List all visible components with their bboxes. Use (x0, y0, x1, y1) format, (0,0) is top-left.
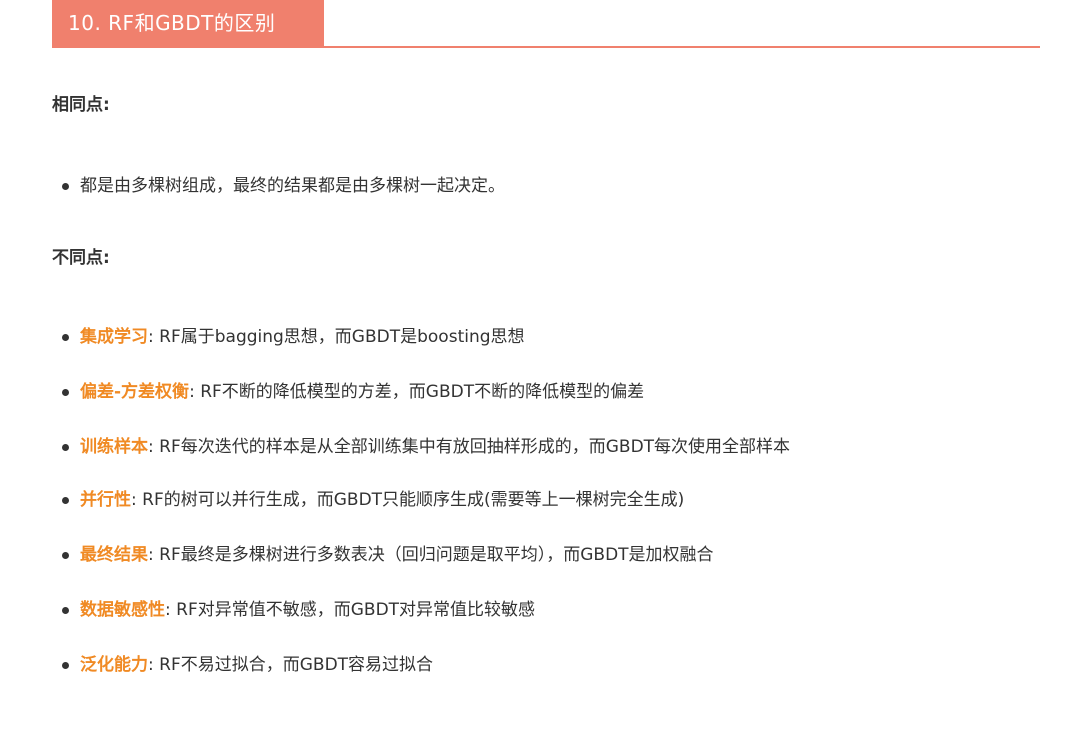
list-item-text: RF属于bagging思想，而GBDT是boosting思想 (159, 327, 525, 347)
section-heading-bar: 10. RF和GBDT的区别 (52, 0, 1040, 48)
list-item: 最终结果: RF最终是多棵树进行多数表决（回归问题是取平均），而GBDT是加权融… (62, 540, 1052, 571)
same-points-label: 相同点: (52, 95, 110, 115)
list-item-text: RF不断的降低模型的方差，而GBDT不断的降低模型的偏差 (200, 382, 645, 402)
same-points-list: 都是由多棵树组成，最终的结果都是由多棵树一起决定。 (62, 171, 1052, 202)
list-item-key: 并行性 (80, 490, 131, 510)
list-item-key: 泛化能力 (80, 655, 148, 675)
list-item-key: 集成学习 (80, 327, 148, 347)
list-item-separator: : (148, 545, 160, 565)
list-item: 都是由多棵树组成，最终的结果都是由多棵树一起决定。 (62, 171, 1052, 202)
list-item-separator: : (165, 600, 177, 620)
section-title: 10. RF和GBDT的区别 (52, 0, 324, 46)
list-item-text: RF每次迭代的样本是从全部训练集中有放回抽样形成的，而GBDT每次使用全部样本 (159, 437, 791, 457)
list-item-text: 都是由多棵树组成，最终的结果都是由多棵树一起决定。 (80, 176, 505, 196)
list-item-key: 最终结果 (80, 545, 148, 565)
list-item-key: 偏差-方差权衡 (80, 382, 190, 402)
list-item-separator: : (148, 327, 160, 347)
list-item-separator: : (189, 382, 201, 402)
bullet-icon (62, 497, 69, 504)
list-item: 集成学习: RF属于bagging思想，而GBDT是boosting思想 (62, 322, 1052, 353)
list-item-text: RF的树可以并行生成，而GBDT只能顺序生成(需要等上一棵树完全生成) (142, 490, 685, 510)
article-section: 10. RF和GBDT的区别 相同点: 都是由多棵树组成，最终的结果都是由多棵树… (0, 0, 1075, 739)
different-points-label: 不同点: (52, 248, 110, 268)
list-item: 并行性: RF的树可以并行生成，而GBDT只能顺序生成(需要等上一棵树完全生成) (62, 485, 1052, 516)
list-item-text: RF最终是多棵树进行多数表决（回归问题是取平均），而GBDT是加权融合 (159, 545, 714, 565)
list-item: 泛化能力: RF不易过拟合，而GBDT容易过拟合 (62, 650, 1052, 681)
list-item: 偏差-方差权衡: RF不断的降低模型的方差，而GBDT不断的降低模型的偏差 (62, 377, 1052, 408)
different-points-list: 集成学习: RF属于bagging思想，而GBDT是boosting思想 偏差-… (62, 322, 1052, 681)
bullet-icon (62, 183, 69, 190)
list-item-key: 训练样本 (80, 437, 148, 457)
bullet-icon (62, 662, 69, 669)
list-item-separator: : (131, 490, 143, 510)
bullet-icon (62, 444, 69, 451)
list-item: 数据敏感性: RF对异常值不敏感，而GBDT对异常值比较敏感 (62, 595, 1052, 626)
bullet-icon (62, 607, 69, 614)
bullet-icon (62, 334, 69, 341)
list-item-separator: : (148, 437, 160, 457)
bullet-icon (62, 389, 69, 396)
list-item: 训练样本: RF每次迭代的样本是从全部训练集中有放回抽样形成的，而GBDT每次使… (62, 432, 1052, 463)
list-item-separator: : (148, 655, 160, 675)
bullet-icon (62, 552, 69, 559)
list-item-key: 数据敏感性 (80, 600, 165, 620)
list-item-text: RF不易过拟合，而GBDT容易过拟合 (159, 655, 434, 675)
list-item-text: RF对异常值不敏感，而GBDT对异常值比较敏感 (176, 600, 536, 620)
